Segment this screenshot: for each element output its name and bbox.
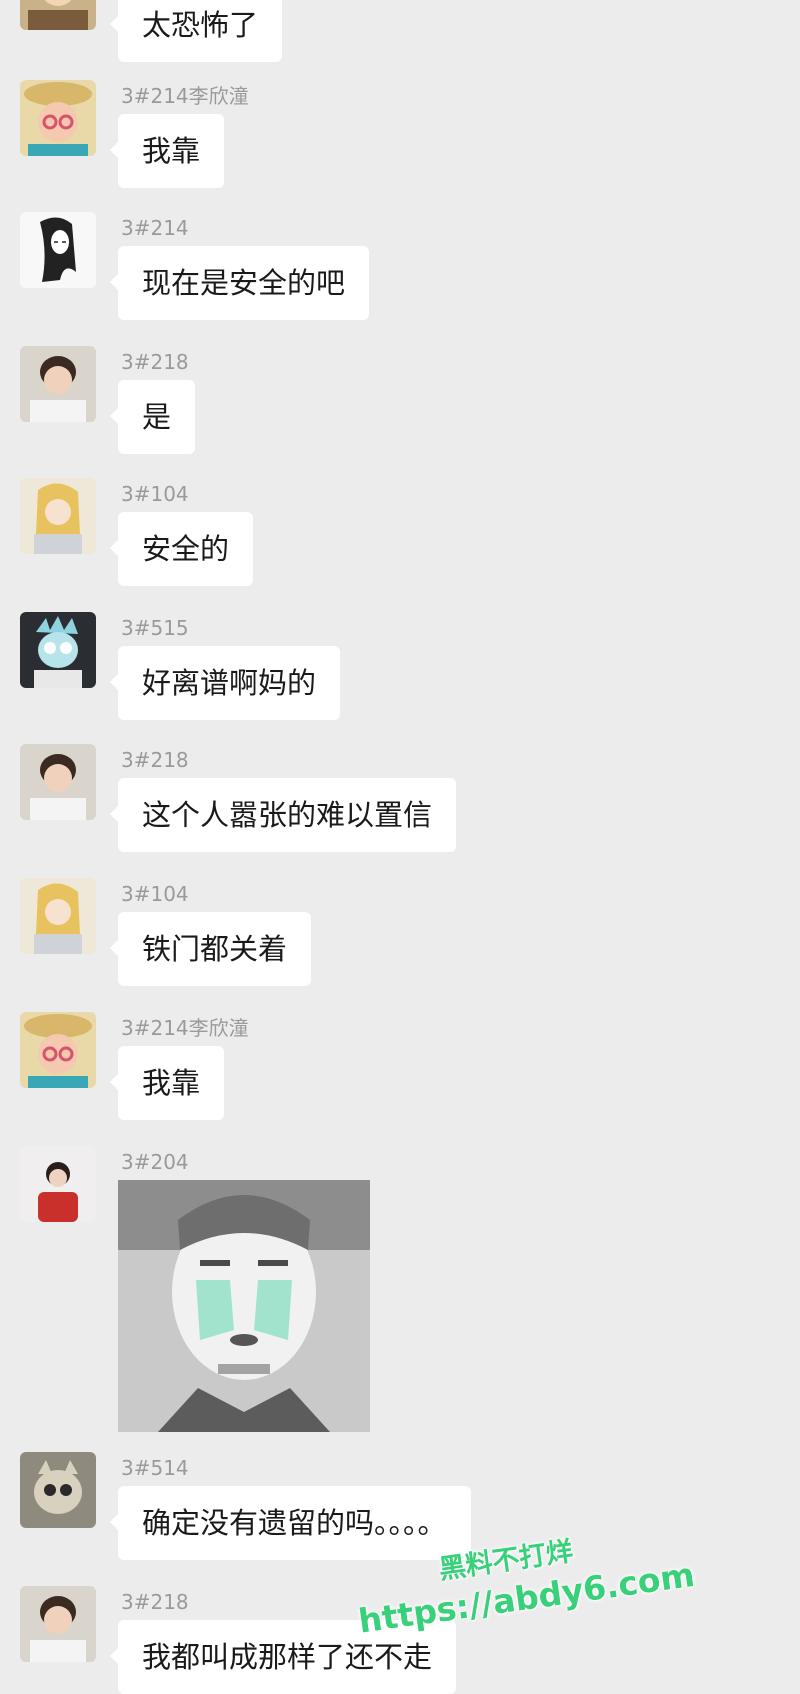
- avatar[interactable]: [20, 744, 96, 820]
- message-bubble[interactable]: 安全的: [109, 512, 254, 586]
- avatar[interactable]: [20, 1452, 96, 1528]
- sender-name: 3#204: [121, 1150, 189, 1174]
- sender-name: 3#218: [121, 1590, 189, 1614]
- avatar[interactable]: [20, 80, 96, 156]
- sender-name: 3#104: [121, 482, 189, 506]
- avatar[interactable]: [20, 346, 96, 422]
- avatar[interactable]: [20, 1586, 96, 1662]
- avatar[interactable]: [20, 1146, 96, 1222]
- avatar[interactable]: [20, 0, 96, 30]
- message-bubble[interactable]: 是: [109, 380, 196, 454]
- sender-name: 3#214: [121, 216, 189, 240]
- message-bubble[interactable]: 确定没有遗留的吗。。。。: [110, 1486, 471, 1560]
- avatar[interactable]: [20, 1012, 96, 1088]
- message-bubble[interactable]: 好离谱啊妈的: [109, 646, 341, 720]
- sender-name: 3#514: [121, 1456, 189, 1480]
- avatar[interactable]: [20, 212, 96, 288]
- sender-name: 3#214李欣潼: [121, 84, 249, 108]
- avatar[interactable]: [20, 612, 96, 688]
- message-bubble[interactable]: 现在是安全的吧: [109, 246, 370, 320]
- avatar[interactable]: [20, 478, 96, 554]
- message-bubble[interactable]: 铁门都关着: [109, 912, 312, 986]
- avatar[interactable]: [20, 878, 96, 954]
- sender-name: 3#104: [121, 882, 189, 906]
- message-bubble[interactable]: 我靠: [109, 114, 225, 188]
- sender-name: 3#214李欣潼: [121, 1016, 249, 1040]
- message-bubble[interactable]: 我靠: [109, 1046, 225, 1120]
- crying-meme-sticker[interactable]: [118, 1180, 370, 1432]
- message-bubble[interactable]: 太恐怖了: [109, 0, 283, 62]
- sender-name: 3#515: [121, 616, 189, 640]
- message-bubble[interactable]: 这个人嚣张的难以置信: [109, 778, 457, 852]
- sender-name: 3#218: [121, 748, 189, 772]
- sender-name: 3#218: [121, 350, 189, 374]
